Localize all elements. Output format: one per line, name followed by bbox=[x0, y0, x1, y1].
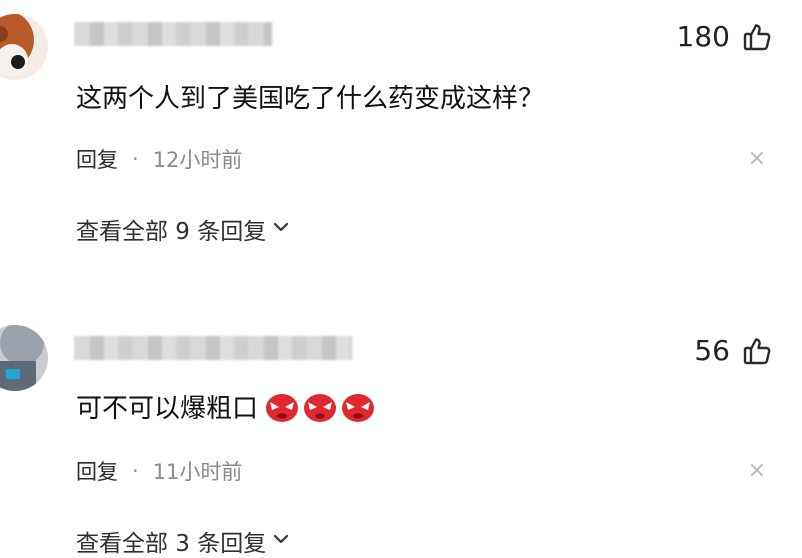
emoji-row bbox=[264, 391, 376, 423]
comment-item: 180 这两个人到了美国吃了什么药变成这样？ 回复 · 12小时前 × 查看全部… bbox=[0, 0, 802, 290]
like-count: 56 bbox=[694, 334, 730, 367]
username-blurred[interactable] bbox=[74, 22, 272, 46]
avatar[interactable] bbox=[0, 14, 48, 80]
comment-body: 可不可以爆粗口 bbox=[76, 394, 259, 424]
meta-separator: · bbox=[132, 459, 139, 483]
angry-face-emoji bbox=[304, 393, 337, 422]
angry-face-emoji bbox=[342, 393, 375, 422]
comment-body: 这两个人到了美国吃了什么药变成这样？ bbox=[76, 84, 545, 114]
view-replies-label: 查看全部 9 条回复 bbox=[76, 219, 267, 245]
view-replies-button[interactable]: 查看全部 3 条回复 bbox=[76, 524, 290, 558]
thumbs-up-icon[interactable] bbox=[742, 22, 772, 52]
comment-meta: 回复 · 12小时前 bbox=[76, 144, 242, 174]
thumbs-up-icon[interactable] bbox=[742, 336, 772, 366]
comment-text: 可不可以爆粗口 bbox=[76, 388, 376, 425]
chevron-down-icon bbox=[272, 216, 290, 242]
close-icon[interactable]: × bbox=[748, 460, 766, 482]
comment-text: 这两个人到了美国吃了什么药变成这样？ bbox=[76, 78, 544, 115]
view-replies-button[interactable]: 查看全部 9 条回复 bbox=[76, 212, 290, 246]
like-button[interactable]: 180 bbox=[677, 20, 772, 53]
avatar[interactable] bbox=[0, 325, 48, 391]
meta-separator: · bbox=[132, 147, 139, 171]
angry-face-emoji bbox=[266, 393, 299, 422]
chevron-down-icon bbox=[272, 528, 290, 554]
comment-item: 56 可不可以爆粗口 回复 · 11小时前 × 查看全部 3 条回复 bbox=[0, 300, 802, 557]
reply-button[interactable]: 回复 bbox=[76, 456, 118, 486]
timestamp: 12小时前 bbox=[152, 148, 243, 172]
timestamp: 11小时前 bbox=[152, 460, 243, 484]
reply-button[interactable]: 回复 bbox=[76, 144, 118, 174]
like-button[interactable]: 56 bbox=[694, 334, 772, 367]
username-blurred[interactable] bbox=[74, 336, 352, 360]
like-count: 180 bbox=[676, 20, 730, 53]
view-replies-label: 查看全部 3 条回复 bbox=[76, 531, 267, 557]
comment-meta: 回复 · 11小时前 bbox=[76, 456, 242, 486]
close-icon[interactable]: × bbox=[748, 148, 766, 170]
